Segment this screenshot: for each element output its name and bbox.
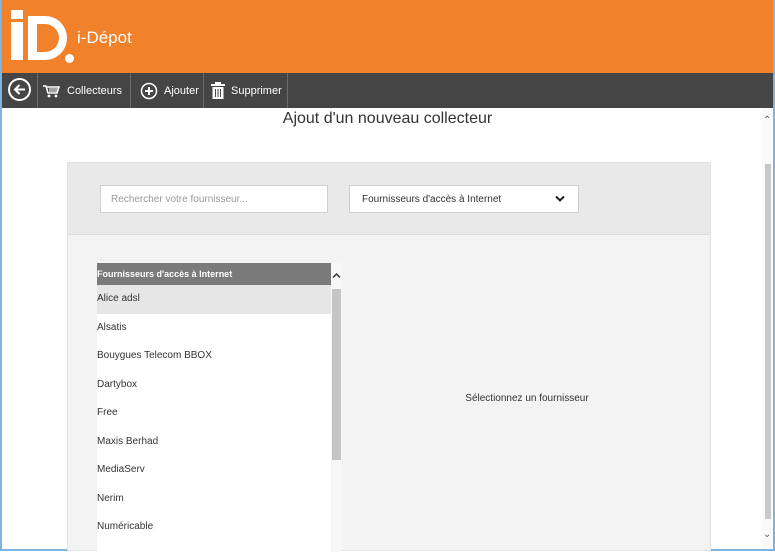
list-item-label: Maxis Berhad xyxy=(97,435,159,447)
list-scroll-thumb[interactable] xyxy=(332,289,341,460)
list-item-label: Free xyxy=(97,407,118,418)
list-item[interactable]: Bouygues Telecom BBOX xyxy=(97,342,331,371)
list-item[interactable]: MediaServ xyxy=(97,456,331,485)
list-item-label: Alice adsl xyxy=(97,293,140,304)
empty-selection-message: Sélectionnez un fournisseur xyxy=(465,393,589,404)
provider-panel: Fournisseurs d'accès à Internet Fourniss… xyxy=(67,162,711,552)
list-item-label: Nerim xyxy=(97,492,124,504)
chevron-down-icon[interactable]: ⌄ xyxy=(763,529,771,540)
ajouter-button[interactable]: Ajouter xyxy=(140,73,199,108)
app-logo xyxy=(11,10,74,66)
cart-icon xyxy=(43,84,61,98)
list-item[interactable]: Alsatis xyxy=(97,314,331,343)
page-scroll-thumb[interactable] xyxy=(765,164,771,519)
collecteurs-button[interactable]: Collecteurs xyxy=(43,73,122,108)
provider-list-header-label: Fournisseurs d'accès à Internet xyxy=(97,269,233,279)
supprimer-label: Supprimer xyxy=(231,84,282,97)
list-item[interactable]: Maxis Berhad xyxy=(97,428,331,457)
toolbar: Collecteurs Ajouter Supprimer xyxy=(2,73,773,108)
list-scrollbar[interactable] xyxy=(331,263,342,552)
list-item[interactable]: Nerim xyxy=(97,485,331,514)
list-item-label: MediaServ xyxy=(97,464,145,475)
list-item[interactable]: Dartybox xyxy=(97,371,331,400)
chevron-down-icon xyxy=(555,195,565,206)
provider-list-items: Alice adsl Alsatis Bouygues Telecom BBOX… xyxy=(97,285,331,542)
filter-bar: Fournisseurs d'accès à Internet xyxy=(68,163,710,235)
toolbar-separator xyxy=(203,73,204,108)
provider-list-header: Fournisseurs d'accès à Internet xyxy=(97,263,331,285)
provider-list: Fournisseurs d'accès à Internet Alice ad… xyxy=(97,263,342,552)
supprimer-button[interactable]: Supprimer xyxy=(211,73,282,108)
back-arrow-icon xyxy=(13,84,25,95)
toolbar-separator xyxy=(130,73,131,108)
chevron-up-icon[interactable] xyxy=(332,271,341,282)
list-item-label: Dartybox xyxy=(97,378,138,390)
list-item[interactable]: Alice adsl xyxy=(97,285,331,314)
app-header: i-Dépot xyxy=(2,0,773,73)
list-item[interactable]: Numéricable xyxy=(97,513,331,542)
category-select[interactable]: Fournisseurs d'accès à Internet xyxy=(349,185,579,213)
list-item-label: Bouygues Telecom BBOX xyxy=(97,350,212,361)
back-button[interactable] xyxy=(8,78,31,101)
page-scrollbar[interactable]: ⌃ ⌄ xyxy=(762,108,773,549)
app-title: i-Dépot xyxy=(77,28,132,47)
list-item[interactable]: Free xyxy=(97,399,331,428)
list-item-label: Numéricable xyxy=(97,521,154,532)
toolbar-separator xyxy=(37,73,38,108)
trash-icon xyxy=(211,82,225,99)
category-select-value: Fournisseurs d'accès à Internet xyxy=(362,193,502,205)
toolbar-separator xyxy=(287,73,288,108)
collecteurs-label: Collecteurs xyxy=(67,84,123,97)
ajouter-label: Ajouter xyxy=(164,84,199,97)
list-item-label: Alsatis xyxy=(97,321,127,333)
search-input[interactable] xyxy=(100,185,328,213)
plus-circle-icon xyxy=(140,82,158,100)
page-title: Ajout d'un nouveau collecteur xyxy=(282,110,493,127)
